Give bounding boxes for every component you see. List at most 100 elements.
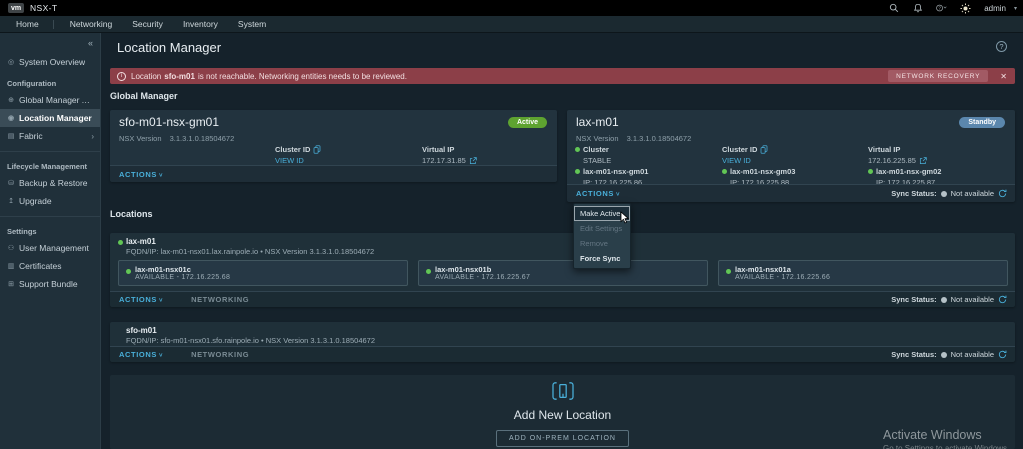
cluster-id-label: Cluster ID — [275, 145, 310, 154]
alert-banner: i Location sfo-m01 is not reachable. Net… — [110, 68, 1015, 84]
add-location-title: Add New Location — [110, 408, 1015, 422]
status-badge-standby: Standby — [959, 117, 1005, 128]
status-dot-green — [575, 147, 580, 152]
external-link-icon[interactable] — [919, 157, 927, 165]
virtual-ip-label: Virtual IP — [868, 145, 900, 154]
sync-status-dot — [941, 191, 947, 197]
sidebar-item-location-manager[interactable]: ◉ Location Manager — [0, 109, 100, 127]
sidebar-item-label: Location Manager — [19, 113, 92, 123]
virtual-ip-column: Virtual IP 172.16.225.85 — [868, 145, 927, 165]
refresh-icon[interactable] — [998, 350, 1007, 359]
card-footer: ACTIONS˅ Sync Status: Not available — [567, 184, 1015, 202]
actions-menu-button[interactable]: ACTIONS˅ — [119, 170, 163, 179]
networking-button[interactable]: NETWORKING — [191, 350, 249, 359]
help-menu-icon[interactable]: ? — [936, 3, 947, 14]
close-icon[interactable]: ✕ — [1000, 72, 1007, 81]
refresh-icon[interactable] — [998, 295, 1007, 304]
nav-tab-system[interactable]: System — [234, 19, 270, 29]
sidebar-item-system-overview[interactable]: ◎ System Overview — [0, 53, 100, 71]
banner-location-name: sfo-m01 — [164, 72, 195, 81]
page-title: Location Manager — [117, 40, 221, 55]
location-fqdn: FQDN/IP: lax-m01-nsx01.lax.rainpole.io •… — [126, 247, 374, 256]
card-footer: ACTIONS˅ — [110, 165, 557, 182]
sync-status-dot — [941, 297, 947, 303]
status-dot-green — [126, 269, 131, 274]
sidebar-item-upgrade[interactable]: ↥ Upgrade — [0, 192, 100, 210]
sidebar-item-user-management[interactable]: ⚇ User Management — [0, 239, 100, 257]
refresh-icon[interactable] — [998, 189, 1007, 198]
gm-card-name: lax-m01 — [576, 115, 619, 129]
sidebar-collapse-icon[interactable]: « — [88, 38, 93, 48]
node-status: AVAILABLE - 172.16.225.68 — [135, 274, 230, 281]
nav-tab-home[interactable]: Home — [12, 19, 43, 29]
virtual-ip-value: 172.17.31.85 — [422, 156, 466, 165]
copy-icon[interactable] — [760, 145, 768, 154]
sync-status-value: Not available — [951, 350, 994, 359]
banner-text-prefix: Location — [131, 72, 161, 81]
sidebar-item-backup-restore[interactable]: ⛁ Backup & Restore — [0, 174, 100, 192]
page-help-icon[interactable]: ? — [996, 41, 1007, 52]
system-overview-icon: ◎ — [7, 58, 15, 66]
sidebar-item-label: Upgrade — [19, 196, 52, 206]
location-name: sfo-m01 — [126, 326, 157, 335]
nav-tab-security[interactable]: Security — [128, 19, 167, 29]
nav-tab-networking[interactable]: Networking — [66, 19, 117, 29]
network-recovery-button[interactable]: NETWORK RECOVERY — [888, 70, 988, 82]
add-location-panel: Add New Location ADD ON-PREM LOCATION — [110, 375, 1015, 449]
node-name: lax-m01-nsx01c — [135, 265, 191, 274]
search-icon[interactable] — [888, 3, 899, 14]
actions-label: ACTIONS — [119, 295, 157, 304]
status-dot-green — [868, 169, 873, 174]
nav-tab-inventory[interactable]: Inventory — [179, 19, 222, 29]
sidebar-item-fabric[interactable]: ▤ Fabric › — [0, 127, 100, 145]
networking-button[interactable]: NETWORKING — [191, 295, 249, 304]
chevron-down-icon: ▾ — [1014, 5, 1017, 12]
copy-icon[interactable] — [313, 145, 321, 154]
status-dot-green — [426, 269, 431, 274]
sidebar-section-settings: Settings — [0, 219, 100, 239]
divider — [0, 216, 100, 217]
main-content: Location Manager ? i Location sfo-m01 is… — [101, 33, 1023, 449]
add-on-prem-location-button[interactable]: ADD ON-PREM LOCATION — [496, 430, 629, 447]
sidebar-item-global-manager-appliances[interactable]: ⊕ Global Manager Appliances — [0, 91, 100, 109]
location-card-lax: lax-m01 FQDN/IP: lax-m01-nsx01.lax.rainp… — [110, 233, 1015, 307]
location-name: lax-m01 — [126, 237, 156, 246]
activate-windows-watermark: Activate Windows Go to Settings to activ… — [883, 428, 1009, 449]
location-node-card: lax-m01-nsx01a AVAILABLE - 172.16.225.66 — [718, 260, 1008, 286]
datacenter-building-icon — [551, 381, 575, 406]
user-menu[interactable]: admin ▾ — [984, 4, 1017, 13]
menu-item-force-sync[interactable]: Force Sync — [574, 251, 630, 266]
watermark-line1: Activate Windows — [883, 428, 1009, 442]
globe-icon: ⊕ — [7, 96, 15, 104]
actions-menu-button[interactable]: ACTIONS˅ — [119, 350, 163, 359]
theme-brightness-icon[interactable] — [960, 3, 971, 14]
notifications-bell-icon[interactable] — [912, 3, 923, 14]
nsx-version-value: 3.1.3.1.0.18504672 — [627, 134, 692, 143]
info-icon: i — [117, 72, 126, 81]
gm-card-active: sfo-m01-nsx-gm01 Active NSX Version 3.1.… — [110, 110, 557, 182]
actions-menu-button[interactable]: ACTIONS˅ — [119, 295, 163, 304]
location-node-card: lax-m01-nsx01c AVAILABLE - 172.16.225.68 — [118, 260, 408, 286]
sync-status-label: Sync Status: — [891, 189, 936, 198]
node-status: AVAILABLE - 172.16.225.67 — [435, 274, 530, 281]
node-name: lax-m01-nsx01b — [435, 265, 491, 274]
sidebar-item-certificates[interactable]: ▥ Certificates — [0, 257, 100, 275]
external-link-icon[interactable] — [469, 157, 477, 165]
status-badge-active: Active — [508, 117, 547, 128]
location-card-sfo: sfo-m01 FQDN/IP: sfo-m01-nsx01.sfo.rainp… — [110, 322, 1015, 362]
view-id-link[interactable]: VIEW ID — [722, 156, 751, 165]
cluster-label: Cluster — [583, 145, 609, 154]
actions-menu-button[interactable]: ACTIONS˅ — [576, 189, 620, 198]
sidebar-item-label: Fabric — [19, 131, 43, 141]
sidebar: « ◎ System Overview Configuration ⊕ Glob… — [0, 33, 101, 449]
divider — [0, 151, 100, 152]
fabric-icon: ▤ — [7, 132, 15, 140]
top-bar: vm NSX-T ? admin ▾ — [0, 0, 1023, 16]
sync-status-value: Not available — [951, 189, 994, 198]
cluster-status-column: Cluster STABLE — [575, 145, 611, 165]
sync-status-value: Not available — [951, 295, 994, 304]
main-nav: Home Networking Security Inventory Syste… — [0, 16, 1023, 33]
sidebar-item-support-bundle[interactable]: ⊞ Support Bundle — [0, 275, 100, 293]
location-fqdn: FQDN/IP: sfo-m01-nsx01.sfo.rainpole.io •… — [126, 336, 375, 345]
view-id-link[interactable]: VIEW ID — [275, 156, 304, 165]
